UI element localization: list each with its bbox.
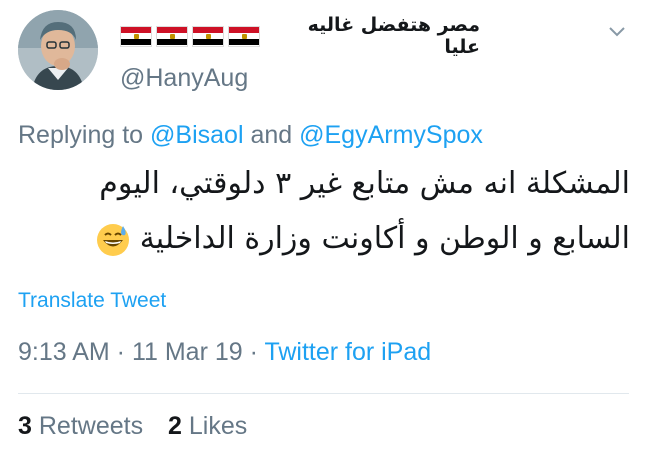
likes-count: 2 <box>168 412 182 440</box>
meta-separator: · <box>242 338 265 366</box>
tweet-text: المشكلة انه مش متابع غير ٣ دلوقتي، اليوم… <box>20 156 630 266</box>
likes-stat[interactable]: 2 Likes <box>168 412 247 440</box>
egypt-flag-icon <box>156 25 188 47</box>
tweet-meta: 9:13 AM · 11 Mar 19 · Twitter for iPad <box>18 338 431 367</box>
egypt-flag-icon <box>228 25 260 47</box>
name-row[interactable]: مصر هتفضل غاليه عليا <box>120 14 480 58</box>
tweet-stats: 3 Retweets 2 Likes <box>18 412 265 441</box>
avatar[interactable] <box>18 10 98 90</box>
divider <box>18 393 629 394</box>
replying-to: Replying to @Bisaol and @EgyArmySpox <box>18 121 483 150</box>
replying-joiner: and <box>243 121 300 149</box>
chevron-down-icon[interactable] <box>606 20 628 42</box>
grinning-face-with-sweat-icon <box>97 223 130 256</box>
tweet-line-2: السابع و الوطن و أكاونت وزارة الداخلية <box>20 211 630 266</box>
retweets-label: Retweets <box>38 412 144 440</box>
retweets-count: 3 <box>18 412 32 440</box>
translate-tweet-link[interactable]: Translate Tweet <box>18 289 166 313</box>
replying-prefix: Replying to <box>18 121 151 149</box>
tweet-source-link[interactable]: Twitter for iPad <box>264 338 431 366</box>
tweet-line-1: المشكلة انه مش متابع غير ٣ دلوقتي، اليوم <box>99 166 630 201</box>
likes-label: Likes <box>188 412 248 440</box>
mention-link-egyarmyspox[interactable]: @EgyArmySpox <box>299 121 483 149</box>
tweet-time[interactable]: 9:13 AM <box>18 338 110 366</box>
egypt-flag-icon <box>120 25 152 47</box>
flag-emojis <box>120 25 260 47</box>
tweet-date[interactable]: 11 Mar 19 <box>132 338 243 366</box>
display-name[interactable]: مصر هتفضل غاليه عليا <box>270 14 480 58</box>
meta-separator: · <box>109 338 132 366</box>
tweet-line-2-text: السابع و الوطن و أكاونت وزارة الداخلية <box>139 221 630 256</box>
user-handle[interactable]: @HanyAug <box>120 64 248 93</box>
tweet-header: مصر هتفضل غاليه عليا @HanyAug <box>18 10 629 100</box>
mention-link-bisaol[interactable]: @Bisaol <box>150 121 243 149</box>
retweets-stat[interactable]: 3 Retweets <box>18 412 143 440</box>
egypt-flag-icon <box>192 25 224 47</box>
